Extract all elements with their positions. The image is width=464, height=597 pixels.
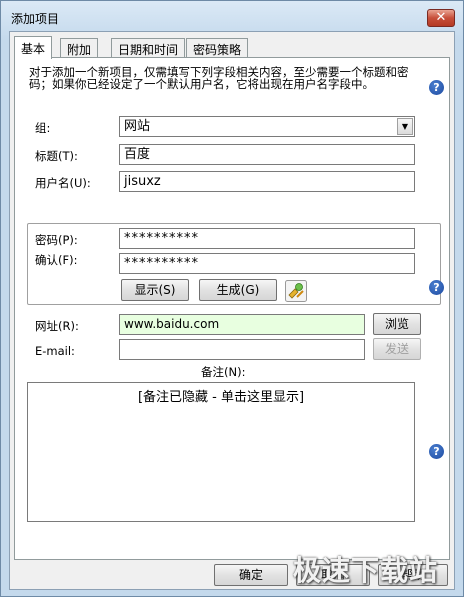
group-select[interactable]: 网站 ▼ — [119, 116, 415, 137]
confirm-label: 确认(F): — [35, 253, 78, 267]
watermark-text: 极速下载站 — [293, 554, 439, 587]
browse-button[interactable]: 浏览 — [373, 313, 421, 335]
password-generator-icon[interactable] — [285, 280, 307, 302]
tab-password-policy[interactable]: 密码策略 — [186, 38, 249, 58]
url-label: 网址(R): — [35, 319, 79, 333]
password-label: 密码(P): — [35, 233, 78, 247]
notes-hidden-message[interactable]: [备注已隐藏 - 单击这里显示] — [28, 386, 414, 405]
password-help-icon[interactable]: ? — [429, 280, 444, 295]
tab-basic[interactable]: 基本 — [14, 36, 53, 59]
tab-extra[interactable]: 附加 — [60, 38, 99, 58]
send-email-button[interactable]: 发送 — [373, 338, 421, 360]
email-input[interactable] — [119, 339, 365, 360]
generate-password-button[interactable]: 生成(G) — [199, 279, 277, 301]
help-icon[interactable]: ? — [429, 80, 444, 95]
add-item-window: 添加项目 ✕ 基本 附加 日期和时间 密码策略 对于添加一个新项目，仅需填写下列… — [0, 0, 464, 597]
group-select-value: 网站 — [124, 119, 151, 134]
close-button[interactable]: ✕ — [427, 9, 455, 27]
notes-label: 备注(N): — [201, 365, 246, 379]
ok-button[interactable]: 确定 — [214, 564, 288, 586]
basic-panel: 对于添加一个新项目，仅需填写下列字段相关内容，至少需要一个标题和密码；如果你已经… — [14, 57, 450, 560]
password-input[interactable]: ********** — [119, 228, 415, 249]
title-input[interactable]: 百度 — [119, 144, 415, 165]
url-input[interactable]: www.baidu.com — [119, 314, 365, 335]
notes-help-icon[interactable]: ? — [429, 444, 444, 459]
dialog-body: 基本 附加 日期和时间 密码策略 对于添加一个新项目，仅需填写下列字段相关内容，… — [9, 31, 455, 590]
chevron-down-icon[interactable]: ▼ — [397, 118, 413, 135]
title-label: 标题(T): — [35, 149, 78, 163]
group-label: 组: — [35, 121, 51, 135]
tab-date-time[interactable]: 日期和时间 — [111, 38, 186, 58]
username-input[interactable]: jisuxz — [119, 171, 415, 192]
description-text: 对于添加一个新项目，仅需填写下列字段相关内容，至少需要一个标题和密码；如果你已经… — [29, 65, 409, 91]
notes-area[interactable]: [备注已隐藏 - 单击这里显示] — [27, 382, 415, 522]
window-title: 添加项目 — [11, 12, 60, 26]
title-bar: 添加项目 ✕ — [1, 1, 463, 31]
confirm-input[interactable]: ********** — [119, 253, 415, 274]
username-label: 用户名(U): — [35, 176, 91, 190]
email-label: E-mail: — [35, 344, 75, 358]
show-password-button[interactable]: 显示(S) — [121, 279, 189, 301]
